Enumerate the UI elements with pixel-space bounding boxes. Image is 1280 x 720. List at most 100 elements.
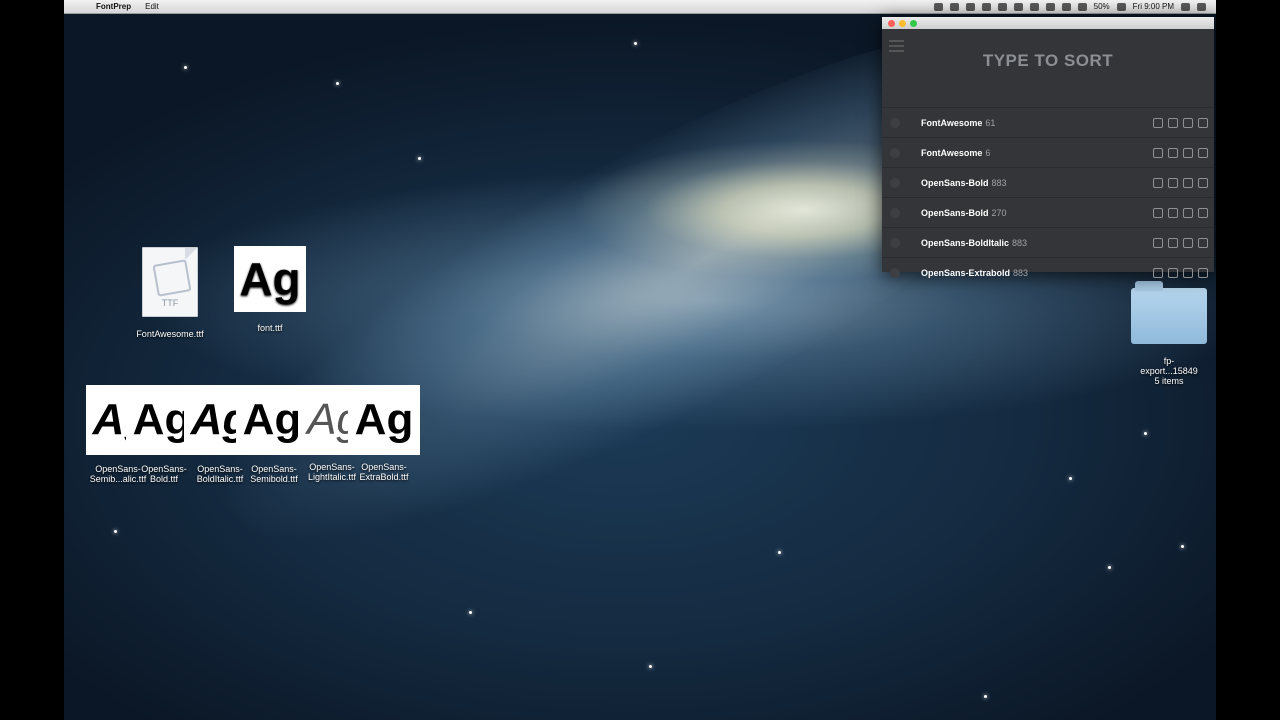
ttf-kind-label: TTF <box>161 298 179 308</box>
row-actions <box>1153 177 1208 188</box>
desktop-icon-fp-export-folder[interactable]: fp- export...15849 5 items <box>1124 281 1214 386</box>
menu-edit[interactable]: Edit <box>145 2 159 11</box>
export-icon[interactable] <box>1153 177 1163 188</box>
add-icon[interactable] <box>1198 267 1208 278</box>
page-fold <box>185 248 197 260</box>
volume-icon[interactable] <box>1077 2 1087 11</box>
trash-icon[interactable] <box>1183 117 1193 128</box>
trash-icon[interactable] <box>1183 147 1193 158</box>
select-dot-icon[interactable] <box>890 267 900 278</box>
star <box>778 551 781 554</box>
preview-eye-icon[interactable] <box>1168 267 1178 278</box>
export-icon[interactable] <box>1153 117 1163 128</box>
star <box>114 530 117 533</box>
folder-label-line1: fp- <box>1163 356 1175 366</box>
notification-center-icon[interactable] <box>1197 2 1206 11</box>
font-list-item[interactable]: FontAwesome 61 <box>882 107 1214 137</box>
row-actions <box>1153 147 1208 158</box>
glyph-count: 883 <box>991 177 1007 188</box>
star <box>649 665 652 668</box>
desktop: FontPrep Edit 50% Fri 9:00 PM TTF FontAw… <box>64 0 1216 720</box>
font-list-item[interactable]: FontAwesome 6 <box>882 137 1214 167</box>
font-glyph-icon <box>152 259 192 297</box>
label-line: ExtraBold.ttf <box>359 472 409 482</box>
star <box>1181 545 1184 548</box>
folder-icon <box>1131 281 1207 344</box>
folder-item-count: 5 items <box>1154 376 1184 386</box>
screen-record-icon[interactable] <box>933 2 943 11</box>
font-name: OpenSans-Bold <box>921 207 989 218</box>
glyph-count: 270 <box>991 207 1007 218</box>
font-name: OpenSans-Bold <box>921 177 989 188</box>
cloud-icon[interactable] <box>981 2 991 11</box>
preview-eye-icon[interactable] <box>1168 117 1178 128</box>
star <box>336 82 339 85</box>
preview-eye-icon[interactable] <box>1168 237 1178 248</box>
glyph-count: 61 <box>985 117 996 128</box>
spotlight-icon[interactable] <box>1181 2 1190 11</box>
star <box>418 157 421 160</box>
add-icon[interactable] <box>1198 207 1208 218</box>
font-preview-thumbnail: Ag <box>234 246 306 312</box>
glyph-count: 6 <box>985 147 991 158</box>
clipboard-icon[interactable] <box>1013 2 1023 11</box>
minimize-button[interactable] <box>899 19 906 27</box>
label-line: OpenSans- <box>361 462 407 472</box>
time-machine-icon[interactable] <box>1029 2 1039 11</box>
export-icon[interactable] <box>1153 237 1163 248</box>
battery-icon[interactable] <box>1116 2 1126 11</box>
battery-percent[interactable]: 50% <box>1094 2 1110 11</box>
font-name: FontAwesome <box>921 117 983 128</box>
trash-icon[interactable] <box>1183 237 1193 248</box>
font-list: FontAwesome 61 FontAwesome 6 OpenSans-Bo… <box>882 107 1214 287</box>
ttf-file-icon: TTF <box>142 247 198 317</box>
select-dot-icon[interactable] <box>890 147 900 158</box>
select-dot-icon[interactable] <box>890 177 900 188</box>
font-list-item[interactable]: OpenSans-BoldItalic 883 <box>882 227 1214 257</box>
add-icon[interactable] <box>1198 117 1208 128</box>
star <box>1144 432 1147 435</box>
export-icon[interactable] <box>1153 207 1163 218</box>
dropbox-icon[interactable] <box>997 2 1007 11</box>
sync-icon[interactable] <box>965 2 975 11</box>
select-dot-icon[interactable] <box>890 117 900 128</box>
stack-label-6: OpenSans- ExtraBold.ttf <box>344 462 424 482</box>
preview-eye-icon[interactable] <box>1168 147 1178 158</box>
export-icon[interactable] <box>1153 147 1163 158</box>
zoom-button[interactable] <box>910 19 917 27</box>
select-dot-icon[interactable] <box>890 237 900 248</box>
add-icon[interactable] <box>1198 237 1208 248</box>
row-actions <box>1153 267 1208 278</box>
wifi-icon[interactable] <box>1061 2 1071 11</box>
type-to-sort-title: TYPE TO SORT <box>982 51 1114 70</box>
row-actions <box>1153 237 1208 248</box>
trash-icon[interactable] <box>1183 177 1193 188</box>
font-list-item[interactable]: OpenSans-Bold 883 <box>882 167 1214 197</box>
glyph-count: 883 <box>1012 237 1028 248</box>
select-dot-icon[interactable] <box>890 207 900 218</box>
trash-icon[interactable] <box>1183 207 1193 218</box>
icon-label: FontAwesome.ttf <box>136 329 204 339</box>
drive-icon[interactable] <box>949 2 959 11</box>
font-name: FontAwesome <box>921 147 983 158</box>
close-button[interactable] <box>888 19 895 27</box>
font-list-item[interactable]: OpenSans-Bold 270 <box>882 197 1214 227</box>
bluetooth-icon[interactable] <box>1045 2 1055 11</box>
export-icon[interactable] <box>1153 267 1163 278</box>
fontprep-header: TYPE TO SORT <box>882 29 1214 107</box>
trash-icon[interactable] <box>1183 267 1193 278</box>
desktop-icon-fontawesome[interactable]: TTF FontAwesome.ttf <box>126 247 214 339</box>
desktop-icon-font[interactable]: Ag font.ttf <box>228 246 312 333</box>
add-icon[interactable] <box>1198 177 1208 188</box>
star <box>184 66 187 69</box>
add-icon[interactable] <box>1198 147 1208 158</box>
desktop-icon-stack: Ag Ag Ag Ag Ag Ag OpenSans- Semib...alic… <box>86 384 426 494</box>
font-list-item[interactable]: OpenSans-Extrabold 883 <box>882 257 1214 287</box>
preview-eye-icon[interactable] <box>1168 207 1178 218</box>
font-preview-thumbnail[interactable]: Ag <box>348 385 420 455</box>
preview-eye-icon[interactable] <box>1168 177 1178 188</box>
window-titlebar[interactable] <box>882 17 1214 29</box>
app-menu[interactable]: FontPrep <box>96 2 131 11</box>
clock[interactable]: Fri 9:00 PM <box>1133 2 1174 11</box>
font-name: OpenSans-BoldItalic <box>921 237 1010 248</box>
